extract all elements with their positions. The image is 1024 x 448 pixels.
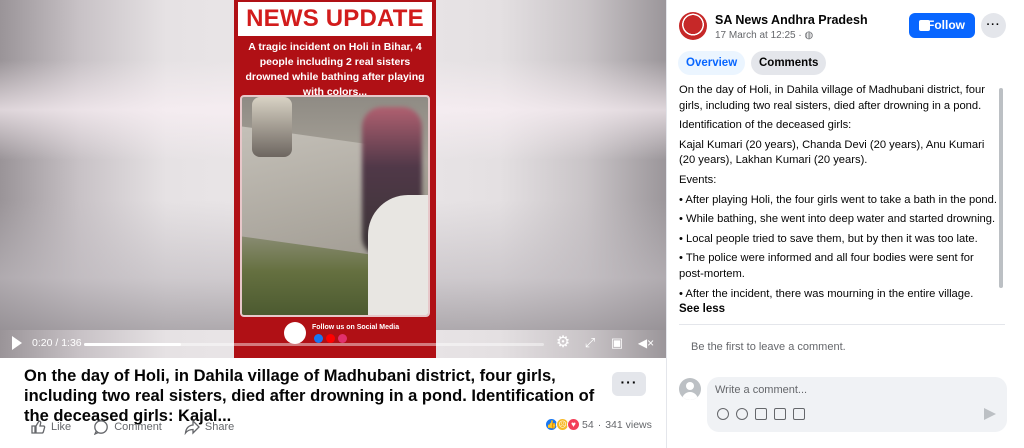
share-button[interactable]: Share (184, 418, 234, 436)
video-player[interactable]: NEWS UPDATE A tragic incident on Holi in… (0, 0, 666, 358)
love-reaction-icon: ♥ (567, 418, 580, 431)
divider (679, 324, 1005, 325)
user-avatar[interactable] (679, 378, 701, 400)
post-actions: Like Comment Share (30, 418, 256, 436)
follow-label: Follow (927, 18, 965, 32)
video-controls: 0:20 / 1:36 ⚙ ⤢ ▣ ◀× (0, 330, 666, 358)
post-caption[interactable]: On the day of Holi, in Dahila village of… (24, 366, 604, 426)
description-paragraph: • Local people tried to save them, but b… (679, 232, 978, 245)
post-description: On the day of Holi, in Dahila village of… (679, 83, 997, 303)
reactions-summary[interactable]: 👍 ☹ ♥ 54 · 341 views (545, 418, 652, 431)
video-frame-poster: NEWS UPDATE A tragic incident on Holi in… (234, 0, 436, 358)
comment-input[interactable]: Write a comment... (715, 384, 807, 396)
sticker-icon[interactable] (793, 408, 805, 420)
emoji-icon[interactable] (736, 408, 748, 420)
gif-icon[interactable] (774, 408, 786, 420)
more-options-button[interactable]: ··· (612, 372, 646, 396)
page-avatar[interactable] (679, 12, 707, 40)
settings-icon[interactable]: ⚙ (554, 334, 572, 352)
video-time: 0:20 / 1:36 (32, 337, 82, 349)
description-paragraph: • After playing Holi, the four girls wen… (679, 193, 997, 206)
photo-person-left (252, 97, 292, 157)
post-date-text: 17 March at 12:25 · (715, 30, 805, 41)
avatar-body (682, 392, 698, 400)
globe-icon: ◍ (804, 30, 814, 41)
tab-overview[interactable]: Overview (678, 51, 746, 75)
video-progress-bar[interactable] (84, 343, 544, 346)
no-comments-text: Be the first to leave a comment. (691, 341, 846, 353)
comment-icon (94, 420, 109, 435)
description-paragraph: • While bathing, she went into deep wate… (679, 213, 996, 226)
post-details-panel: SA News Andhra Pradesh 17 March at 12:25… (666, 0, 1024, 448)
description-paragraph: • After the incident, there was mourning… (679, 287, 974, 300)
poster-subtitle: A tragic incident on Holi in Bihar, 4 pe… (245, 41, 425, 98)
tab-comments[interactable]: Comments (751, 51, 827, 75)
poster-title: NEWS UPDATE (238, 2, 432, 36)
send-icon[interactable] (984, 408, 996, 420)
description-scrollbar[interactable] (999, 88, 1003, 288)
description-paragraph: Identification of the deceased girls: (679, 119, 852, 132)
post-date[interactable]: 17 March at 12:25 · ◍ (715, 30, 813, 41)
camera-icon[interactable] (755, 408, 767, 420)
comment-box[interactable]: Write a comment... (707, 377, 1007, 432)
separator-dot: · (597, 418, 602, 431)
video-progress-fill (84, 343, 181, 346)
follow-button[interactable]: Follow (909, 13, 975, 38)
picture-in-picture-icon[interactable]: ▣ (608, 334, 626, 352)
facebook-video-post: NEWS UPDATE A tragic incident on Holi in… (0, 0, 1024, 448)
avatar-sticker-icon[interactable] (717, 408, 729, 420)
fullscreen-icon[interactable]: ⤢ (581, 334, 599, 352)
follow-icon (919, 20, 930, 31)
like-button[interactable]: Like (30, 418, 71, 436)
description-paragraph: Kajal Kumari (20 years), Chanda Devi (20… (679, 138, 985, 167)
description-paragraph: On the day of Holi, in Dahila village of… (679, 84, 985, 112)
photo-foreground (368, 195, 428, 315)
like-icon (31, 420, 46, 434)
share-icon (184, 419, 200, 435)
avatar-head (686, 382, 694, 390)
reaction-count: 54 (582, 418, 594, 431)
view-count: 341 views (605, 418, 652, 431)
like-label: Like (51, 421, 72, 433)
panel-more-button[interactable]: ··· (981, 13, 1006, 38)
share-label: Share (204, 421, 235, 433)
description-paragraph: • The police were informed and all four … (679, 252, 974, 280)
poster-photo (240, 95, 430, 317)
play-icon[interactable] (12, 336, 22, 350)
page-name[interactable]: SA News Andhra Pradesh (715, 13, 868, 27)
description-paragraph: Events: (679, 173, 717, 186)
see-less-link[interactable]: See less (679, 303, 725, 315)
comment-button[interactable]: Comment (93, 418, 162, 436)
mute-icon[interactable]: ◀× (637, 334, 655, 352)
comment-label: Comment (114, 421, 162, 433)
